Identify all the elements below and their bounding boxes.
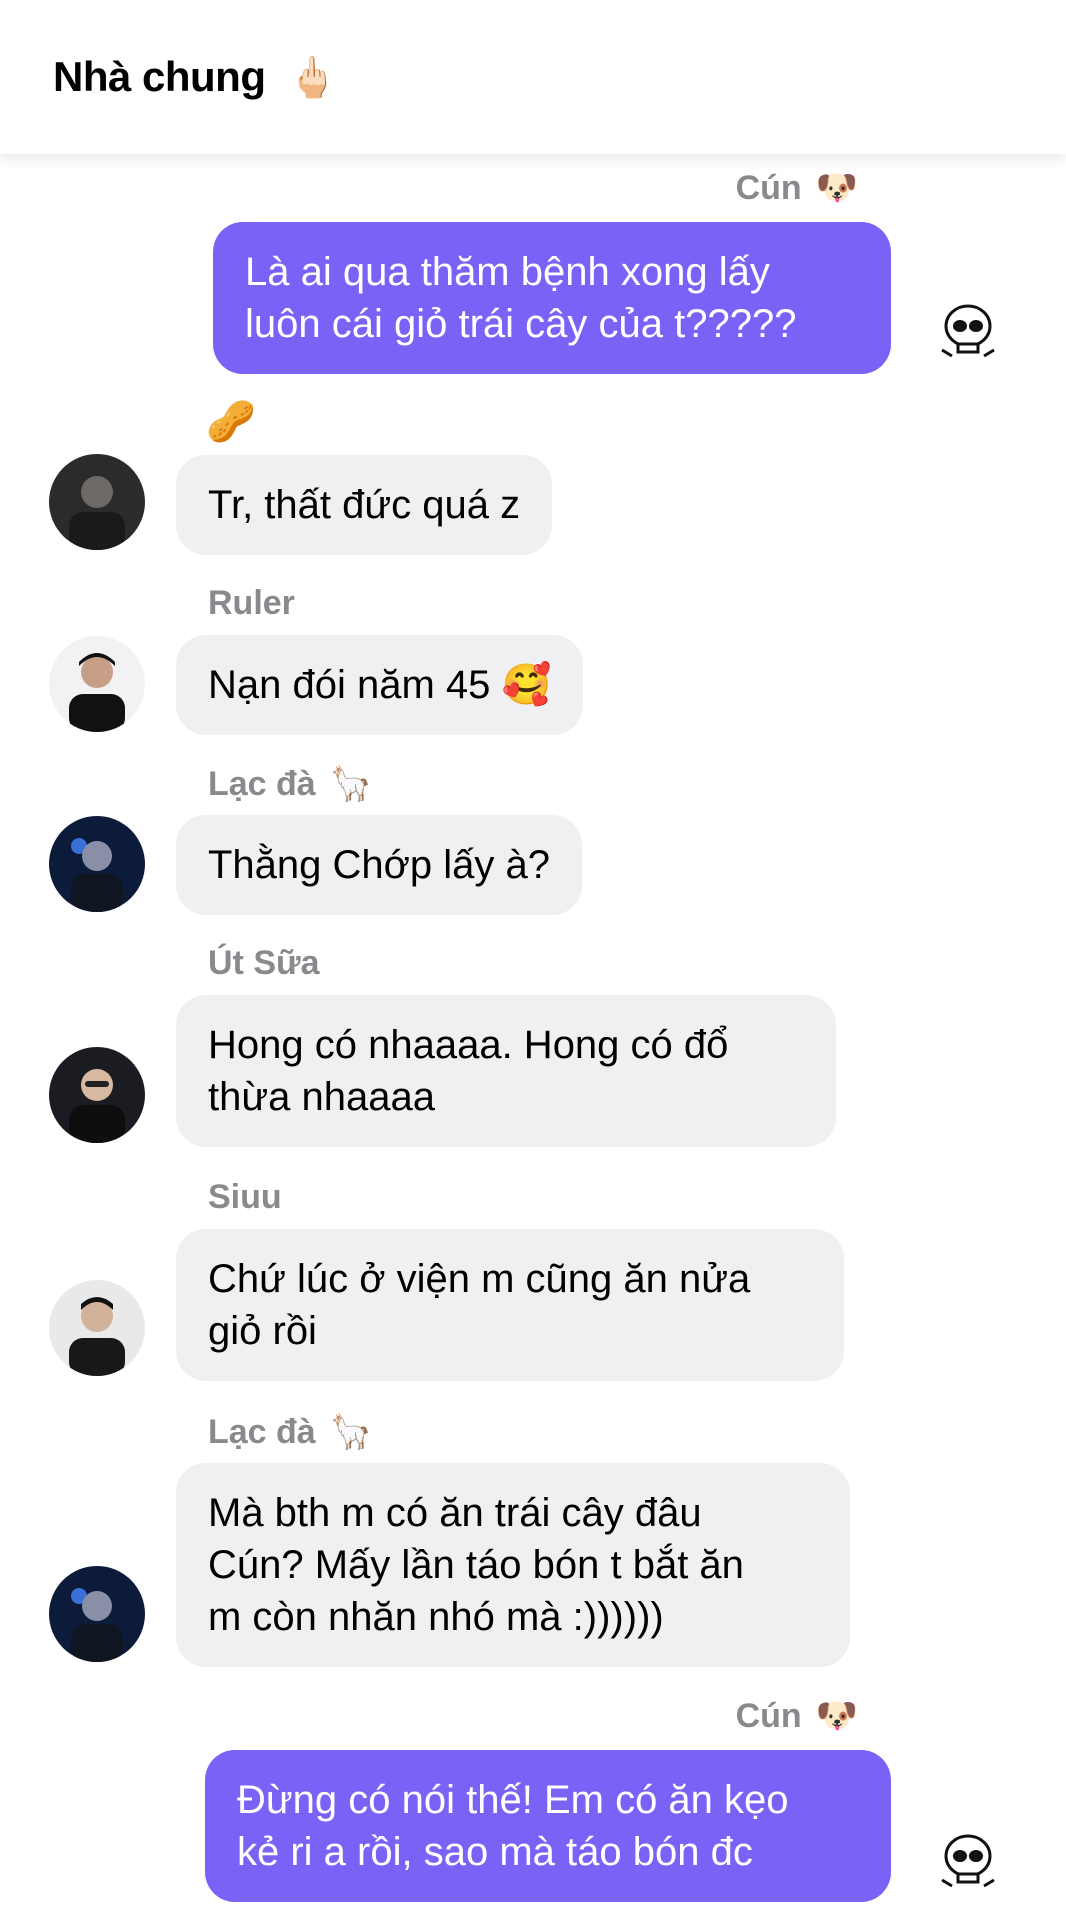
sender-name: Lạc đà 🦙 <box>208 764 372 804</box>
sender-name-text: Cún <box>735 168 802 207</box>
sender-name: Cún 🐶 <box>736 1696 858 1736</box>
message-bubble-outgoing[interactable]: Đừng có nói thế! Em có ăn kẹo kẻ ri a rồ… <box>205 1750 891 1902</box>
message-bubble-incoming[interactable]: Hong có nhaaaa. Hong có đổ thừa nhaaaa <box>176 995 836 1147</box>
avatar[interactable] <box>49 816 145 912</box>
chat-title[interactable]: Nhà chung <box>53 53 266 101</box>
chat-header: Nhà chung 🖕🏻 <box>0 0 1066 154</box>
sender-name-text: Lạc đà <box>208 764 316 803</box>
message-bubble-incoming[interactable]: Thằng Chớp lấy à? <box>176 815 582 915</box>
message-bubble-incoming[interactable]: Chứ lúc ở viện m cũng ăn nửa giỏ rồi <box>176 1229 844 1381</box>
avatar[interactable] <box>49 454 145 550</box>
sender-name: Ruler <box>208 584 295 622</box>
avatar[interactable] <box>49 636 145 732</box>
avatar[interactable] <box>49 1047 145 1143</box>
middle-finger-emoji: 🖕🏻 <box>287 54 338 101</box>
message-bubble-incoming[interactable]: Nạn đói năm 45 🥰 <box>176 635 584 735</box>
llama-emoji: 🦙 <box>329 764 373 804</box>
sender-name: Út Sữa <box>208 944 320 982</box>
sender-name: Cún 🐶 <box>736 168 858 208</box>
dog-emoji: 🐶 <box>815 1696 858 1736</box>
sender-name: Siuu <box>208 1178 282 1216</box>
peanut-reaction-icon: 🥜 <box>206 399 256 445</box>
avatar[interactable] <box>49 1280 145 1376</box>
message-bubble-outgoing[interactable]: Là ai qua thăm bệnh xong lấy luôn cái gi… <box>213 222 891 374</box>
dog-emoji: 🐶 <box>815 168 858 208</box>
sender-name: Lạc đà 🦙 <box>208 1412 372 1452</box>
llama-emoji: 🦙 <box>329 1412 373 1452</box>
sender-name-text: Lạc đà <box>208 1412 316 1451</box>
message-bubble-incoming[interactable]: Tr, thất đức quá z <box>176 455 553 555</box>
avatar[interactable] <box>49 1566 145 1662</box>
sender-name-text: Cún <box>735 1696 802 1735</box>
message-bubble-incoming[interactable]: Mà bth m có ăn trái cây đâu Cún? Mấy lần… <box>176 1463 850 1667</box>
skull-sticker-avatar-icon <box>936 300 1000 364</box>
skull-sticker-avatar-icon <box>936 1830 1000 1894</box>
